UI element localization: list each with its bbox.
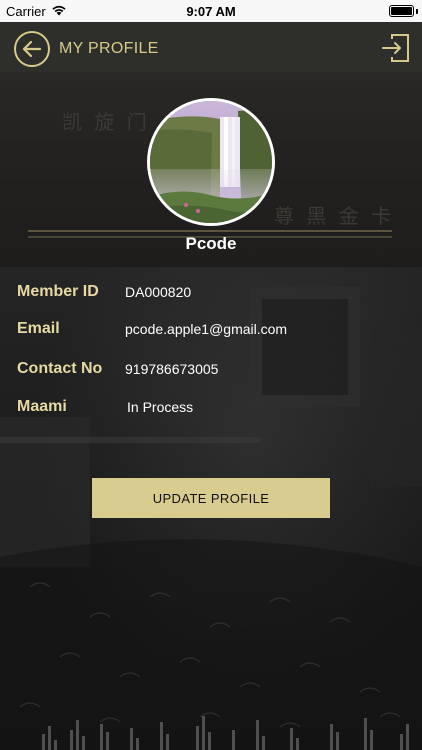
back-button[interactable] — [14, 31, 50, 67]
back-arrow-icon — [22, 40, 42, 58]
card-background-text: 尊 黑 金 卡 — [274, 204, 395, 228]
battery-icon — [389, 5, 414, 17]
card-divider — [28, 230, 392, 232]
info-row-contact: Contact No 919786673005 — [17, 360, 412, 384]
maami-value: In Process — [127, 399, 194, 415]
info-row-email: Email pcode.apple1@gmail.com — [17, 320, 412, 344]
member-id-value: DA000820 — [125, 284, 192, 300]
status-time: 9:07 AM — [186, 4, 236, 19]
email-value: pcode.apple1@gmail.com — [125, 321, 288, 337]
contact-label: Contact No — [17, 360, 103, 377]
logout-icon — [382, 34, 409, 62]
profile-details: Member ID DA000820 Email pcode.apple1@gm… — [0, 267, 422, 750]
update-profile-button[interactable]: UPDATE PROFILE — [92, 478, 330, 518]
profile-name: Pcode — [185, 234, 237, 253]
email-label: Email — [17, 320, 60, 337]
battery-tip — [416, 9, 418, 14]
page-title: MY PROFILE — [59, 40, 159, 57]
status-bar: Carrier 9:07 AM — [0, 0, 422, 22]
info-row-maami: Maami In Process — [17, 398, 412, 422]
avatar[interactable] — [147, 98, 275, 226]
info-row-member-id: Member ID DA000820 — [17, 283, 412, 307]
nav-bar: MY PROFILE — [0, 22, 422, 72]
logout-button[interactable] — [380, 32, 412, 64]
profile-header: 凯 旋 门 · 至 尊 黑 金 卡 Pcode — [0, 72, 422, 267]
member-id-label: Member ID — [17, 283, 99, 300]
contact-value: 919786673005 — [125, 361, 219, 377]
waterfall-photo — [150, 101, 272, 223]
maami-label: Maami — [17, 398, 67, 415]
